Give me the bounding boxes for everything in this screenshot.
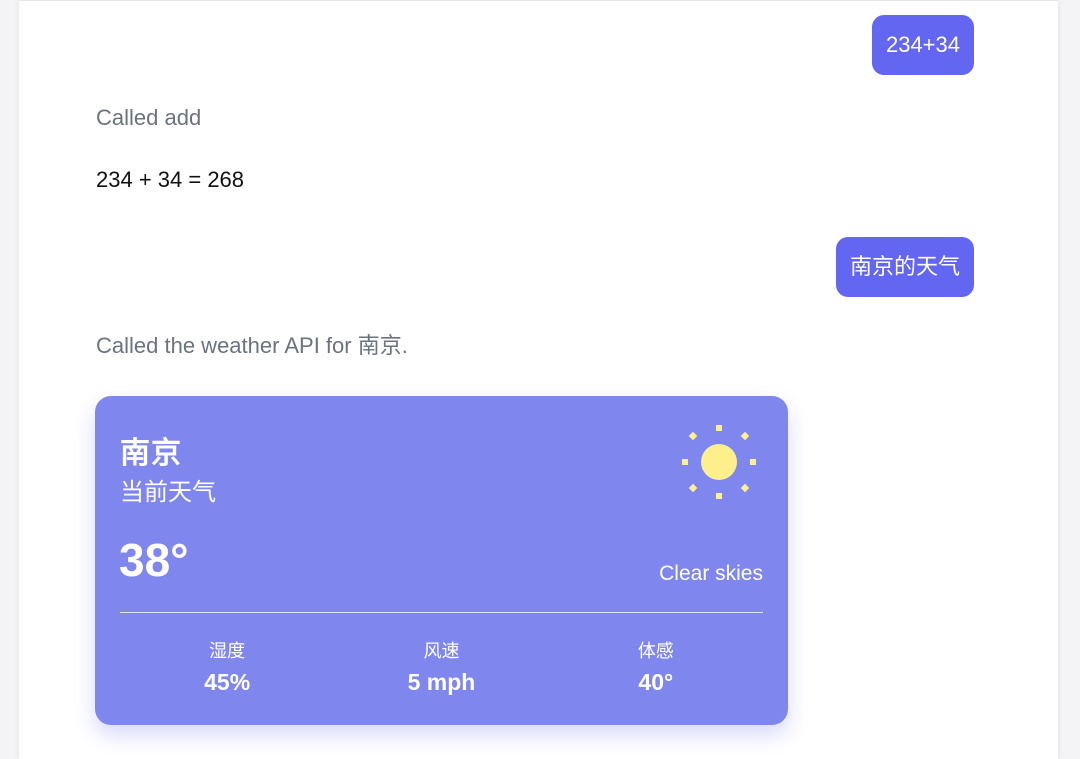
weather-stat-feels-like: 体感 40°: [549, 639, 763, 696]
weather-temperature: 38°: [119, 534, 189, 586]
sun-icon: [682, 425, 756, 499]
stat-value: 40°: [638, 669, 674, 695]
weather-subtitle: 当前天气: [120, 479, 216, 506]
tool-call-note: Called the weather API for 南京.: [96, 333, 408, 358]
stat-label: 湿度: [209, 641, 246, 661]
weather-stat-humidity: 湿度 45%: [120, 639, 334, 696]
user-message-bubble: 234+34: [871, 15, 974, 75]
weather-stats: 湿度 45% 风速 5 mph 体感 40°: [120, 639, 763, 696]
weather-stat-wind: 风速 5 mph: [334, 639, 548, 696]
tool-call-note: Called add: [96, 105, 202, 130]
weather-card: 南京 当前天气 38° Clear skies 湿度 45% 风速 5 mph: [95, 396, 788, 725]
weather-city: 南京: [120, 437, 182, 470]
chat-page: 234+34 Called add 234 + 34 = 268 南京的天气 C…: [19, 0, 1058, 759]
weather-condition: Clear skies: [659, 562, 763, 585]
stat-label: 体感: [637, 641, 674, 661]
stat-label: 风速: [423, 641, 460, 661]
assistant-message: 234 + 34 = 268: [96, 167, 245, 192]
stat-value: 45%: [204, 669, 251, 695]
weather-divider: [120, 612, 763, 613]
stat-value: 5 mph: [407, 669, 476, 695]
user-message-bubble: 南京的天气: [835, 237, 974, 297]
